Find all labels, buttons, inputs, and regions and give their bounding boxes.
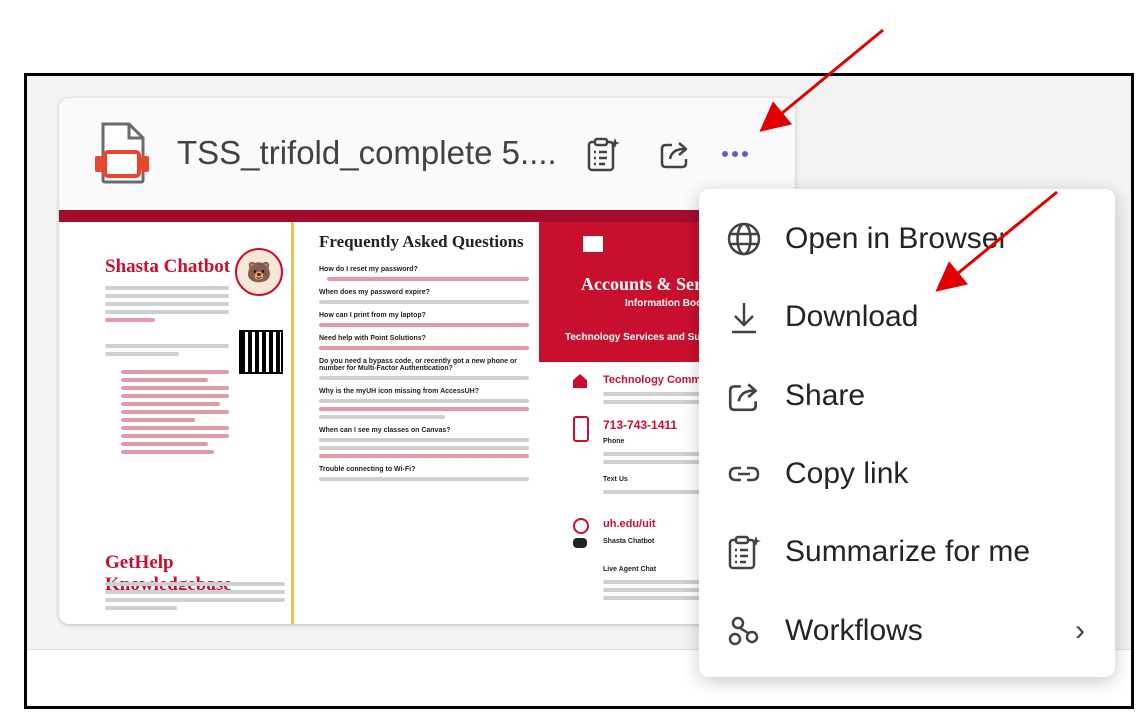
more-options-button[interactable] bbox=[713, 134, 757, 174]
more-options-icon bbox=[722, 151, 728, 157]
phone-number: 713-743-1411 bbox=[603, 418, 678, 432]
chat-icon bbox=[573, 538, 587, 548]
summarize-icon bbox=[587, 137, 620, 172]
screenshot-frame: TSS_trifold_complete 5.... Shasta Chatbo… bbox=[24, 73, 1134, 709]
phone-icon bbox=[573, 416, 589, 442]
faq-question: How can I print from my laptop? bbox=[319, 312, 426, 319]
menu-item-download[interactable]: Download bbox=[699, 285, 1115, 349]
building-icon bbox=[573, 374, 587, 388]
share-button[interactable] bbox=[653, 132, 697, 176]
document-preview[interactable]: Shasta Chatbot 🐻 GetHelp Knowledgebase bbox=[59, 210, 795, 624]
qr-code bbox=[239, 330, 283, 374]
menu-item-label: Copy link bbox=[785, 457, 909, 490]
faq-question: Do you need a bypass code, or recently g… bbox=[319, 358, 517, 372]
gethelp-text bbox=[105, 578, 285, 614]
preview-panel-middle: Frequently Asked Questions How do I rese… bbox=[319, 222, 537, 624]
menu-item-open-in-browser[interactable]: Open in Browser bbox=[699, 207, 1115, 271]
faq-question: How do I reset my password? bbox=[319, 266, 418, 273]
preview-panel-left: Shasta Chatbot 🐻 GetHelp Knowledgebase bbox=[59, 222, 294, 624]
file-card[interactable]: TSS_trifold_complete 5.... Shasta Chatbo… bbox=[59, 98, 795, 624]
share-icon bbox=[725, 377, 763, 415]
menu-item-label: Summarize for me bbox=[785, 535, 1031, 568]
preview-red-band bbox=[59, 210, 795, 222]
phone-label: Phone bbox=[603, 438, 625, 445]
menu-item-summarize[interactable]: Summarize for me bbox=[699, 520, 1115, 584]
faq-question: Trouble connecting to Wi-Fi? bbox=[319, 466, 416, 473]
more-options-dot bbox=[732, 151, 738, 157]
globe-icon bbox=[725, 220, 763, 258]
faq-list: How do I reset my password? When does my… bbox=[319, 258, 529, 485]
menu-item-workflows[interactable]: Workflows › bbox=[699, 599, 1115, 663]
web-link: uh.edu/uit bbox=[603, 518, 656, 530]
mascot-icon: 🐻 bbox=[235, 248, 283, 296]
chatbot-text bbox=[105, 282, 229, 458]
chatbot-label: Shasta Chatbot bbox=[603, 538, 655, 545]
live-chat-label: Live Agent Chat bbox=[603, 566, 657, 573]
summarize-button[interactable] bbox=[581, 132, 625, 176]
faq-heading: Frequently Asked Questions bbox=[319, 232, 524, 251]
chevron-right-icon: › bbox=[1075, 614, 1085, 647]
menu-item-copy-link[interactable]: Copy link bbox=[699, 442, 1115, 506]
download-icon bbox=[725, 298, 763, 336]
more-options-dot bbox=[742, 151, 748, 157]
text-us-label: Text Us bbox=[603, 476, 628, 483]
menu-item-label: Workflows bbox=[785, 614, 923, 647]
uh-logo-icon bbox=[583, 236, 603, 252]
faq-question: When does my password expire? bbox=[319, 289, 430, 296]
summarize-icon bbox=[725, 533, 763, 571]
faq-question: Need help with Point Solutions? bbox=[319, 335, 426, 342]
menu-item-share[interactable]: Share bbox=[699, 364, 1115, 428]
file-card-header: TSS_trifold_complete 5.... bbox=[59, 98, 795, 210]
shasta-chatbot-heading: Shasta Chatbot bbox=[105, 256, 231, 277]
faq-question: When can I see my classes on Canvas? bbox=[319, 427, 451, 434]
menu-item-label: Download bbox=[785, 300, 919, 333]
workflows-icon bbox=[725, 612, 763, 650]
web-icon bbox=[573, 518, 589, 534]
share-icon bbox=[660, 142, 688, 169]
file-presentation-icon bbox=[93, 120, 151, 186]
context-menu: Open in Browser Download Share Copy link… bbox=[699, 189, 1115, 677]
link-icon bbox=[725, 455, 763, 493]
menu-item-label: Share bbox=[785, 379, 866, 412]
file-name[interactable]: TSS_trifold_complete 5.... bbox=[177, 134, 557, 172]
faq-question: Why is the myUH icon missing from Access… bbox=[319, 388, 479, 395]
menu-item-label: Open in Browser bbox=[785, 222, 1009, 255]
